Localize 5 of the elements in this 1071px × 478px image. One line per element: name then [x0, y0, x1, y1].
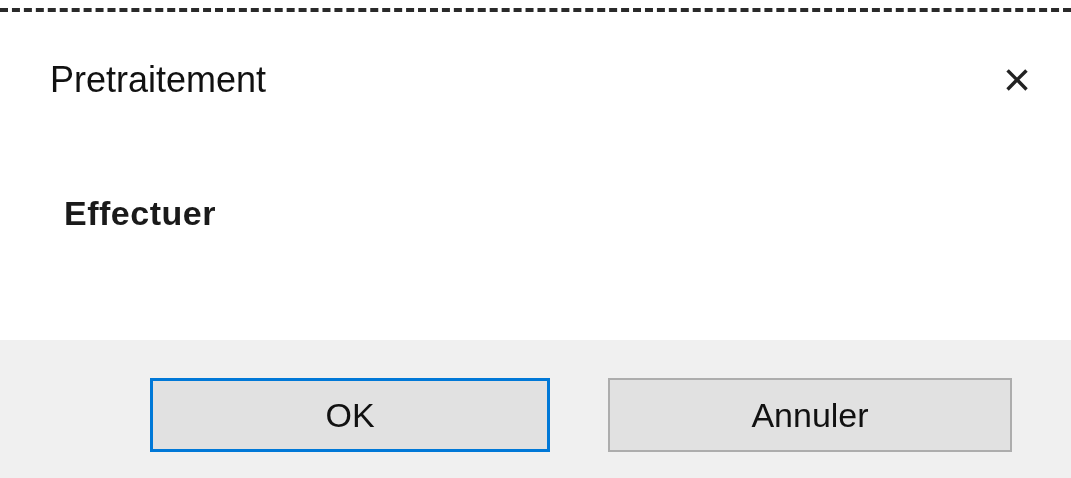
cancel-button[interactable]: Annuler [608, 378, 1012, 452]
window-title: Pretraitement [50, 59, 267, 101]
close-button[interactable]: × [1002, 56, 1031, 104]
message-text: Effectuer [64, 194, 217, 233]
ok-button[interactable]: OK [150, 378, 550, 452]
